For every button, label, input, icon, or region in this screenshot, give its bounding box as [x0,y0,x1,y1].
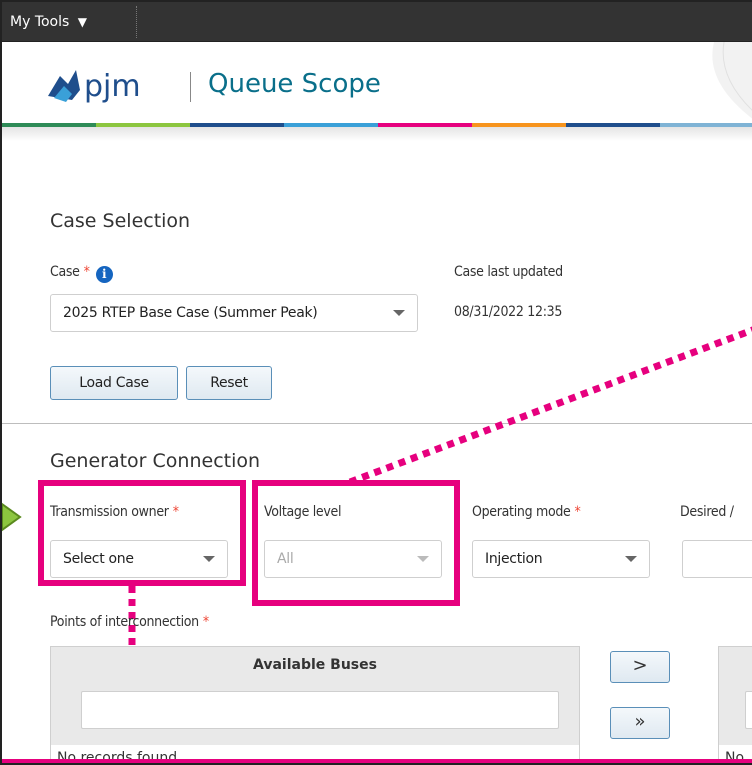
my-tools-label: My Tools [10,14,70,30]
transmission-owner-highlight [38,480,246,586]
poi-label: Points of interconnection * [50,614,209,630]
selected-buses-panel: No [718,646,752,763]
available-buses-panel: Available Buses No records found. [50,646,580,763]
voltage-level-highlight [252,480,460,606]
my-tools-menu[interactable]: My Tools ▼ [10,2,87,42]
desired-label: Desired / [680,504,734,520]
app-title: Queue Scope [208,69,381,99]
generator-connection-title: Generator Connection [50,450,261,472]
load-case-button[interactable]: Load Case [50,366,178,400]
pjm-logo: pjm [48,69,141,104]
case-last-updated-label: Case last updated [454,264,563,280]
operating-mode-label: Operating mode * [472,504,581,520]
available-buses-header: Available Buses [253,657,377,673]
header-divider [190,72,191,102]
selected-buses-filter[interactable] [745,691,752,729]
info-icon[interactable]: i [95,266,113,283]
caret-down-icon: ▼ [77,15,87,29]
case-last-updated-value: 08/31/2022 12:35 [454,304,563,320]
bottom-highlight-edge [2,759,752,763]
operating-mode-value: Injection [485,551,543,567]
pointer-arrow-icon [2,502,22,532]
required-mark: * [83,264,90,280]
chevron-down-icon [625,556,637,562]
reset-button[interactable]: Reset [186,366,272,400]
callout-line-voltage [348,326,752,486]
desired-input[interactable] [682,540,752,578]
case-label: Case * i [50,264,113,283]
chevron-down-icon [393,310,405,316]
operating-mode-select[interactable]: Injection [472,540,650,578]
toolbar-separator [136,6,137,38]
case-selection-title: Case Selection [50,210,191,232]
top-toolbar: My Tools ▼ [2,2,752,42]
case-select-value: 2025 RTEP Base Case (Summer Peak) [63,305,318,321]
header-shadow [2,127,752,141]
move-all-button[interactable]: » [610,707,670,739]
header-decoration [712,42,752,119]
logo-text: pjm [84,69,141,104]
move-one-button[interactable]: > [610,651,670,683]
app-window: My Tools ▼ pjm Queue Scope Case Selectio… [0,0,752,765]
available-buses-filter[interactable] [81,691,559,729]
app-header: pjm Queue Scope [2,42,752,124]
